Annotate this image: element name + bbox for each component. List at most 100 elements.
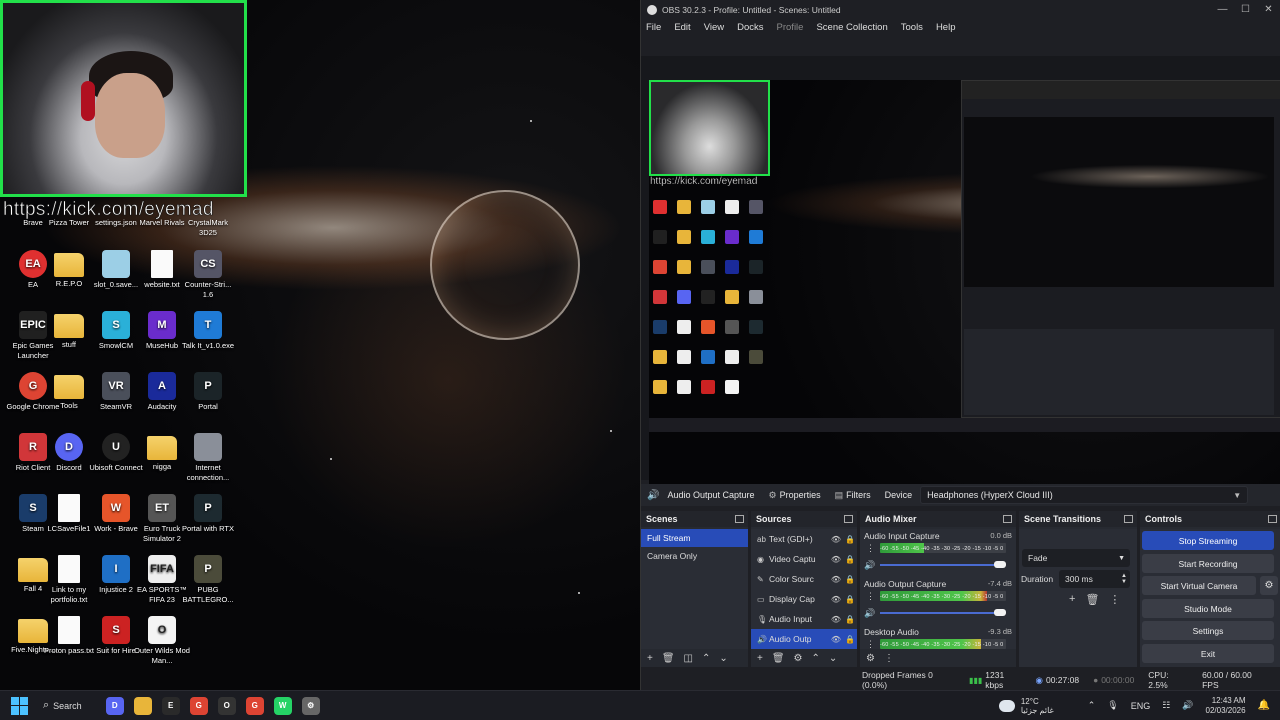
menu-profile[interactable]: Profile — [777, 22, 804, 33]
menu-tools[interactable]: Tools — [901, 22, 923, 33]
settings-button[interactable]: Settings — [1142, 621, 1274, 640]
source-properties-icon[interactable]: ⚙ — [794, 653, 803, 664]
move-up-icon[interactable]: ⌃ — [702, 653, 710, 664]
spinner-icon[interactable]: ▲ ▼ — [1121, 573, 1127, 585]
desktop-icon-portal-with-rtx[interactable]: P Portal with RTX — [180, 494, 236, 534]
volume-icon[interactable]: 🔊 — [864, 560, 875, 571]
add-source-icon[interactable]: + — [757, 653, 763, 664]
source-row-video-captu[interactable]: ◉ Video Captu 👁 🔒 — [751, 549, 857, 569]
lock-icon[interactable]: 🔒 — [843, 575, 857, 584]
microphone-icon[interactable]: 🎙 — [1107, 700, 1118, 711]
visibility-eye-icon[interactable]: 👁 — [829, 555, 843, 564]
lock-icon[interactable]: 🔒 — [843, 635, 857, 644]
move-up-icon[interactable]: ⌃ — [812, 653, 820, 664]
desktop-icon-internet-connection[interactable]: Internet connection... — [180, 433, 236, 483]
weather-widget[interactable]: 12°C غائم جزئيا — [998, 697, 1054, 715]
menu-help[interactable]: Help — [936, 22, 956, 33]
desktop-icon-pubg-battlegro[interactable]: P PUBG BATTLEGRO... — [180, 555, 236, 605]
stop-streaming-button[interactable]: Stop Streaming — [1142, 531, 1274, 550]
move-down-icon[interactable]: ⌄ — [719, 653, 727, 664]
scene-item-camera-only[interactable]: Camera Only — [641, 547, 748, 565]
add-scene-icon[interactable]: + — [647, 653, 653, 664]
add-transition-icon[interactable]: + — [1069, 593, 1075, 606]
lock-icon[interactable]: 🔒 — [843, 595, 857, 604]
whatsapp-icon[interactable]: W — [273, 696, 292, 715]
settings-app-icon[interactable]: ⚙ — [301, 696, 320, 715]
undock-icon[interactable] — [844, 515, 853, 523]
volume-slider-knob[interactable] — [994, 561, 1006, 568]
transition-menu-icon[interactable]: ⋮ — [1109, 593, 1120, 606]
start-virtual-camera-button[interactable]: Start Virtual Camera — [1142, 576, 1256, 595]
source-row-audio-outp[interactable]: 🔊 Audio Outp 👁 🔒 — [751, 629, 857, 649]
volume-slider-knob[interactable] — [994, 609, 1006, 616]
filters-button[interactable]: ▤ Filters — [835, 490, 871, 501]
transition-select[interactable]: Fade ▼ — [1022, 549, 1130, 567]
notification-bell-icon[interactable]: 🔔 — [1258, 700, 1270, 711]
menu-edit[interactable]: Edit — [674, 22, 690, 33]
minimize-icon[interactable]: — — [1211, 4, 1234, 15]
lock-icon[interactable]: 🔒 — [843, 555, 857, 564]
menu-view[interactable]: View — [704, 22, 724, 33]
visibility-eye-icon[interactable]: 👁 — [829, 575, 843, 584]
exit-button[interactable]: Exit — [1142, 644, 1274, 663]
visibility-eye-icon[interactable]: 👁 — [829, 615, 843, 624]
undock-icon[interactable] — [735, 515, 744, 523]
channel-menu-icon[interactable]: ⋮ — [866, 591, 875, 602]
duration-input[interactable]: 300 ms ▲ ▼ — [1059, 570, 1130, 588]
desktop-icon-crystalmark-3d25[interactable]: CrystalMark 3D25 — [180, 218, 236, 238]
volume-icon[interactable]: 🔊 — [1182, 700, 1193, 711]
maximize-icon[interactable]: ☐ — [1234, 4, 1257, 15]
source-row-text-gdi[interactable]: ab Text (GDI+) 👁 🔒 — [751, 529, 857, 549]
remove-scene-icon[interactable]: 🗑 — [662, 653, 675, 664]
desktop-icon-counter-stri-1-6[interactable]: CS Counter-Stri... 1.6 — [180, 250, 236, 300]
virtual-camera-gear-icon[interactable]: ⚙ — [1260, 576, 1278, 595]
visibility-eye-icon[interactable]: 👁 — [829, 635, 843, 644]
device-select[interactable]: Headphones (HyperX Cloud III) ▼ — [920, 486, 1249, 504]
taskbar-search[interactable]: ⌕ Search — [43, 699, 82, 712]
desktop-icon-talk-it-v1-0-exe[interactable]: T Talk It_v1.0.exe — [180, 311, 236, 351]
move-down-icon[interactable]: ⌄ — [829, 653, 837, 664]
remove-transition-icon[interactable]: 🗑 — [1085, 593, 1099, 606]
source-row-audio-input[interactable]: 🎙 Audio Input 👁 🔒 — [751, 609, 857, 629]
visibility-eye-icon[interactable]: 👁 — [829, 595, 843, 604]
source-row-display-cap[interactable]: ▭ Display Cap 👁 🔒 — [751, 589, 857, 609]
channel-menu-icon[interactable]: ⋮ — [866, 543, 875, 554]
desktop-icon-portal[interactable]: P Portal — [180, 372, 236, 412]
chrome-2-icon[interactable]: G — [245, 696, 264, 715]
discord-icon[interactable]: D — [105, 696, 124, 715]
volume-slider[interactable] — [880, 564, 1004, 566]
source-row-color-sourc[interactable]: ✎ Color Sourc 👁 🔒 — [751, 569, 857, 589]
volume-slider[interactable] — [880, 612, 1004, 614]
lock-icon[interactable]: 🔒 — [843, 615, 857, 624]
preview-canvas[interactable]: https://kick.com/eyemad — [649, 80, 1280, 492]
obs-titlebar[interactable]: OBS 30.2.3 - Profile: Untitled - Scenes:… — [641, 0, 1280, 19]
mixer-menu-icon[interactable]: ⋮ — [884, 653, 894, 664]
desktop-icon-outer-wilds-mod-man[interactable]: O Outer Wilds Mod Man... — [134, 616, 190, 666]
obs-preview[interactable]: https://kick.com/eyemad — [641, 56, 1280, 492]
undock-icon[interactable] — [1124, 515, 1133, 523]
undock-icon[interactable] — [1003, 515, 1012, 523]
menu-file[interactable]: File — [646, 22, 661, 33]
properties-button[interactable]: ⚙ Properties — [769, 490, 821, 501]
scene-filters-icon[interactable]: ◫ — [684, 653, 693, 664]
scene-item-full-stream[interactable]: Full Stream — [641, 529, 748, 547]
start-recording-button[interactable]: Start Recording — [1142, 554, 1274, 573]
language-indicator[interactable]: ENG — [1131, 701, 1151, 711]
start-button-windows-icon[interactable] — [11, 696, 29, 715]
menu-scene-collection[interactable]: Scene Collection — [816, 22, 887, 33]
chevron-up-icon[interactable]: ⌃ — [1088, 700, 1096, 711]
studio-mode-button[interactable]: Studio Mode — [1142, 599, 1274, 618]
undock-icon[interactable] — [1268, 515, 1277, 523]
volume-icon[interactable]: 🔊 — [864, 608, 875, 619]
remove-source-icon[interactable]: 🗑 — [772, 653, 785, 664]
epic-games-icon[interactable]: E — [161, 696, 180, 715]
clock[interactable]: 12:43 AM 02/03/2026 — [1206, 696, 1246, 716]
menu-docks[interactable]: Docks — [737, 22, 763, 33]
wifi-icon[interactable]: ☷ — [1162, 700, 1170, 711]
file-explorer-icon[interactable] — [133, 696, 152, 715]
obs-taskbar-icon[interactable]: O — [217, 696, 236, 715]
visibility-eye-icon[interactable]: 👁 — [829, 535, 843, 544]
close-icon[interactable]: ✕ — [1257, 4, 1280, 15]
lock-icon[interactable]: 🔒 — [843, 535, 857, 544]
advanced-audio-icon[interactable]: ⚙ — [866, 653, 875, 664]
